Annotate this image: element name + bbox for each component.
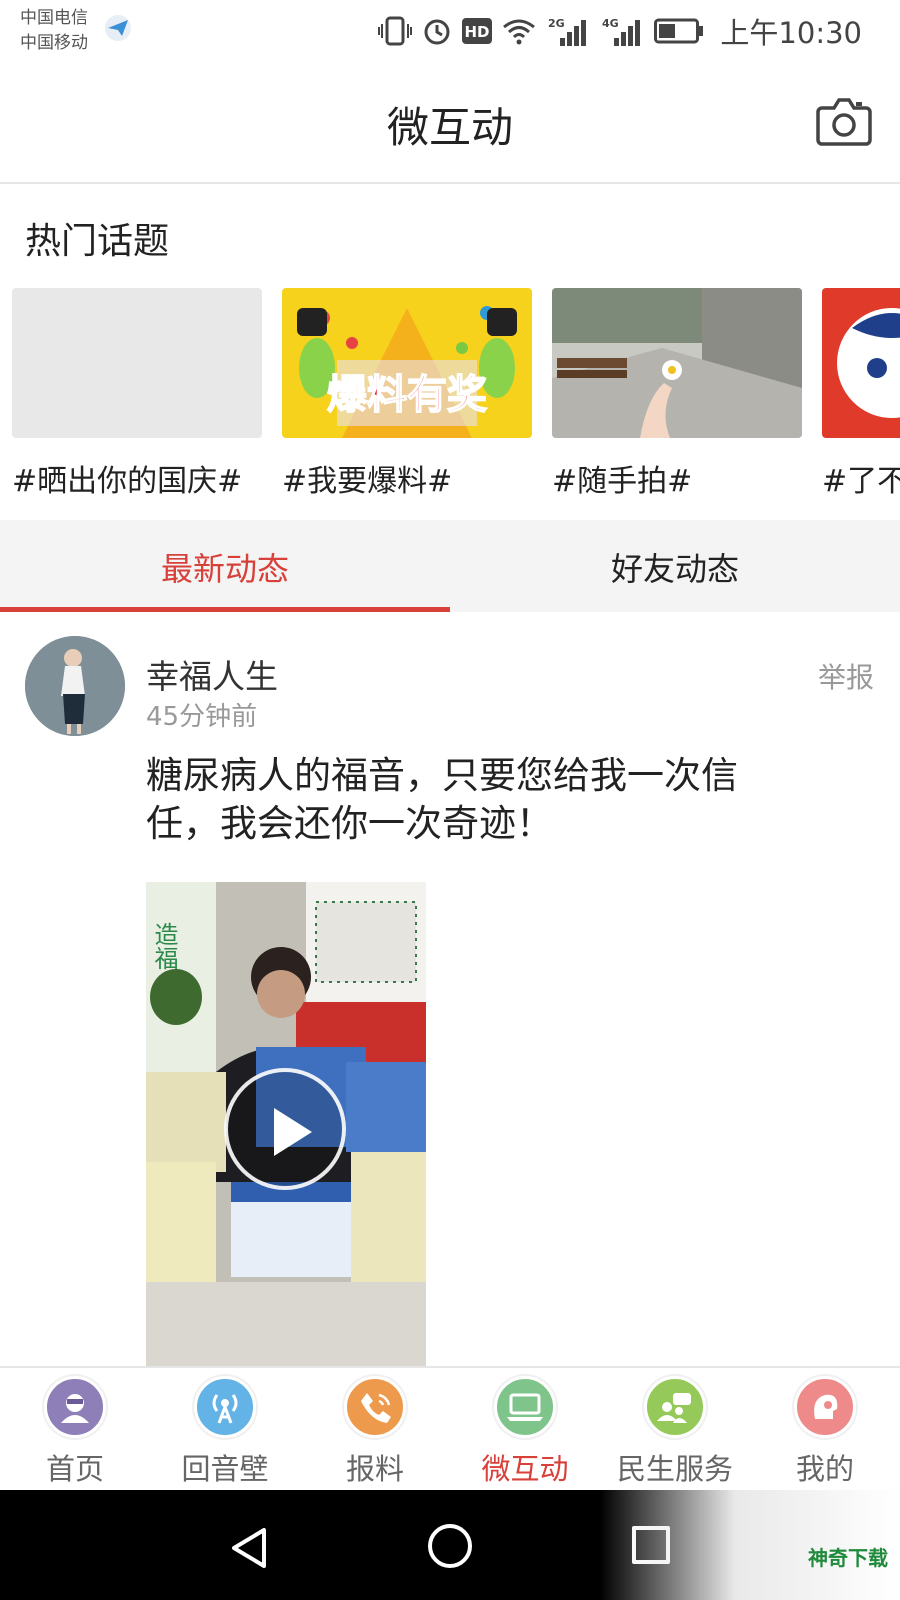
post-video[interactable]: 造福人	[146, 882, 426, 1366]
nav-label: 报料	[345, 1452, 404, 1486]
feed-post: 幸福人生 45分钟前 举报 糖尿病人的福音，只要您给我一次信任，我会还你一次奇迹…	[0, 612, 900, 1366]
nav-report[interactable]: 报料	[300, 1368, 450, 1490]
post-content: 糖尿病人的福音，只要您给我一次信任，我会还你一次奇迹！	[146, 754, 738, 845]
avatar[interactable]	[25, 636, 125, 736]
nav-label: 民生服务	[616, 1452, 733, 1486]
net-4g-label: 4G	[602, 17, 619, 30]
home-icon	[44, 1376, 106, 1438]
carrier-info: 中国电信 中国移动	[20, 6, 88, 56]
net-2g-label: 2G	[548, 17, 565, 30]
topic-image	[552, 288, 802, 438]
topic-image: 爆料有奖	[282, 288, 532, 438]
tab-latest[interactable]: 最新动态	[0, 520, 450, 612]
hot-topics-title: 热门话题	[25, 221, 170, 262]
system-nav-bar: 神奇下载	[0, 1490, 900, 1600]
topic-image	[12, 288, 262, 438]
nav-echo-wall[interactable]: 回音壁	[150, 1368, 300, 1490]
watermark: 神奇下载	[600, 1490, 900, 1600]
nav-home[interactable]: 首页	[0, 1368, 150, 1490]
tab-friends[interactable]: 好友动态	[450, 520, 900, 612]
watermark-text: 神奇下载	[808, 1546, 888, 1570]
signal-2g-icon: 2G	[548, 17, 587, 46]
profile-icon	[794, 1376, 856, 1438]
status-icons: HD 2G 4G 上午10:30	[378, 12, 862, 50]
battery-icon	[654, 18, 704, 44]
report-reward-text: 爆料有奖	[327, 372, 487, 418]
paper-plane-icon	[105, 15, 131, 41]
play-icon[interactable]	[224, 1068, 346, 1190]
camera-icon[interactable]	[816, 96, 872, 148]
bottom-nav: 首页 回音壁 报料 微互动 民生服务 我的	[0, 1366, 900, 1490]
nav-label: 我的	[795, 1452, 854, 1486]
post-timestamp: 45分钟前	[146, 702, 258, 732]
wifi-icon	[503, 19, 536, 45]
topic-label: #晒出你的国庆#	[12, 464, 243, 498]
hd-label: HD	[465, 23, 490, 41]
avatar-image	[25, 636, 125, 736]
nav-micro-interaction[interactable]: 微互动	[450, 1368, 600, 1490]
computer-icon	[494, 1376, 556, 1438]
broadcast-icon	[194, 1376, 256, 1438]
phone-icon	[344, 1376, 406, 1438]
topic-image	[822, 288, 900, 438]
topic-label: #随手拍#	[552, 464, 693, 498]
nav-mine[interactable]: 我的	[750, 1368, 900, 1490]
opera-mask-graphic	[822, 288, 900, 438]
feed-tabs: 最新动态 好友动态	[0, 520, 900, 612]
nav-label: 首页	[45, 1452, 104, 1486]
post-author[interactable]: 幸福人生	[146, 650, 278, 698]
nav-livelihood-services[interactable]: 民生服务	[600, 1368, 750, 1490]
alarm-icon	[424, 19, 450, 45]
app-header: 微互动	[0, 64, 900, 184]
topic-card-national-day[interactable]: #晒出你的国庆#	[12, 288, 262, 498]
nav-label: 回音壁	[181, 1452, 269, 1486]
hot-topics-list: #晒出你的国庆# 爆料有奖 #我要爆料# #随手拍# #了不	[12, 288, 900, 498]
vibrate-icon	[378, 16, 413, 46]
topic-card-report[interactable]: 爆料有奖 #我要爆料#	[282, 288, 532, 498]
home-circle-icon[interactable]	[428, 1524, 472, 1568]
nav-label: 微互动	[481, 1452, 569, 1486]
topic-label: #我要爆料#	[282, 464, 453, 498]
hd-icon: HD	[462, 18, 493, 44]
topic-label: #了不	[822, 464, 900, 498]
status-time: 上午10:30	[720, 16, 862, 50]
status-bar: 中国电信 中国移动 HD 2G 4G 上午10:30	[0, 0, 900, 64]
carrier-2: 中国移动	[20, 33, 88, 53]
report-button[interactable]: 举报	[818, 656, 874, 696]
report-reward-graphic: 爆料有奖	[282, 288, 532, 438]
back-icon[interactable]	[230, 1526, 270, 1570]
signal-4g-icon: 4G	[602, 17, 641, 46]
street-flower-photo	[552, 288, 802, 438]
topic-card-partial[interactable]: #了不	[822, 288, 900, 498]
carrier-1: 中国电信	[20, 8, 88, 28]
page-title: 微互动	[386, 103, 513, 152]
topic-card-snapshot[interactable]: #随手拍#	[552, 288, 802, 498]
people-chat-icon	[644, 1376, 706, 1438]
